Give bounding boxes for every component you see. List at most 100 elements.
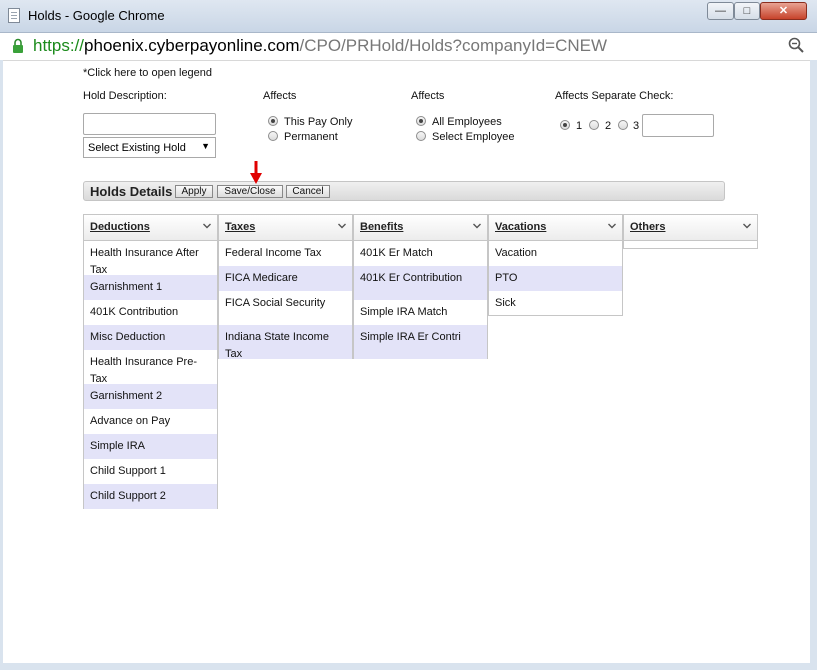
list-item[interactable]: Sick bbox=[489, 291, 622, 316]
list-item-label: Child Support 2 bbox=[90, 490, 166, 502]
list-item[interactable]: Misc Deduction bbox=[84, 325, 217, 350]
column-header-deductions[interactable]: Deductions bbox=[84, 215, 217, 241]
column-header-vacations[interactable]: Vacations bbox=[489, 215, 622, 241]
url-host: phoenix.cyberpayonline.com bbox=[84, 36, 300, 55]
list-item[interactable]: FICA Social Security bbox=[219, 291, 352, 325]
chevron-down-icon[interactable] bbox=[202, 221, 212, 231]
list-item[interactable]: PTO bbox=[489, 266, 622, 291]
window-titlebar: Holds - Google Chrome — □ ✕ bbox=[0, 0, 817, 33]
list-item-label: Sick bbox=[495, 297, 516, 309]
list-item[interactable]: 401K Er Match bbox=[354, 241, 487, 266]
list-item-label: FICA Medicare bbox=[225, 272, 298, 284]
column-deductions: Deductions Health Insurance After Tax Garn… bbox=[83, 214, 218, 509]
window-left-border bbox=[0, 60, 3, 670]
select-arrow-icon: ▼ bbox=[201, 141, 210, 151]
chevron-down-icon[interactable] bbox=[742, 221, 752, 231]
radio-check-3[interactable] bbox=[618, 120, 628, 130]
radio-select-employee[interactable] bbox=[416, 131, 426, 141]
list-item-label: Simple IRA Match bbox=[360, 306, 448, 318]
apply-button[interactable]: Apply bbox=[175, 185, 213, 198]
list-item[interactable]: Garnishment 1 bbox=[84, 275, 217, 300]
column-taxes: Taxes Federal Income Tax FICA Medicare FICA… bbox=[218, 214, 353, 360]
window-right-border bbox=[810, 60, 817, 670]
list-item-label: Simple IRA bbox=[90, 440, 146, 452]
maximize-button[interactable]: □ bbox=[734, 2, 760, 20]
separate-check-input[interactable] bbox=[642, 114, 714, 137]
column-header-others[interactable]: Others bbox=[624, 215, 757, 241]
list-item[interactable]: Advance on Pay bbox=[84, 409, 217, 434]
list-item[interactable]: Indiana State Income Tax bbox=[219, 325, 352, 360]
radio-this-pay-only-label: This Pay Only bbox=[284, 116, 353, 128]
chevron-down-icon[interactable] bbox=[607, 221, 617, 231]
close-icon: ✕ bbox=[778, 5, 789, 17]
save-close-button[interactable]: Save/Close bbox=[217, 185, 283, 198]
list-item[interactable]: Federal Income Tax bbox=[219, 241, 352, 266]
radio-check-2-label: 2 bbox=[605, 120, 612, 132]
hold-description-label: Hold Description: bbox=[83, 90, 167, 102]
list-item[interactable]: Simple IRA bbox=[84, 434, 217, 459]
list-item[interactable]: 401K Er Contribution bbox=[354, 266, 487, 300]
hold-description-input[interactable] bbox=[83, 113, 216, 135]
list-item[interactable]: FICA Medicare bbox=[219, 266, 352, 291]
existing-hold-select-value: Select Existing Hold bbox=[88, 142, 186, 154]
radio-all-employees-label: All Employees bbox=[432, 116, 502, 128]
legend-link[interactable]: *Click here to open legend bbox=[83, 67, 212, 79]
list-item[interactable]: Health Insurance After Tax bbox=[84, 241, 217, 276]
affects-employees-label: Affects bbox=[411, 90, 445, 102]
cancel-button[interactable]: Cancel bbox=[286, 185, 330, 198]
list-item-label: 401K Er Contribution bbox=[360, 272, 463, 284]
radio-check-3-label: 3 bbox=[633, 120, 640, 132]
column-header-title: Taxes bbox=[225, 221, 256, 233]
list-item-label: Health Insurance Pre-Tax bbox=[90, 356, 197, 385]
list-item[interactable]: Child Support 1 bbox=[84, 459, 217, 484]
chevron-down-icon[interactable] bbox=[337, 221, 347, 231]
column-benefits: Benefits 401K Er Match 401K Er Contributio… bbox=[353, 214, 488, 359]
radio-all-employees[interactable] bbox=[416, 116, 426, 126]
holds-details-title: Holds Details bbox=[90, 184, 173, 199]
radio-check-1-label: 1 bbox=[576, 120, 583, 132]
list-item-label: Simple IRA Er Contri bbox=[360, 331, 461, 343]
red-arrow-icon bbox=[250, 161, 262, 184]
radio-select-employee-label: Select Employee bbox=[432, 131, 515, 143]
list-item-label: Advance on Pay bbox=[90, 415, 171, 427]
radio-this-pay-only[interactable] bbox=[268, 116, 278, 126]
list-item[interactable]: Vacation bbox=[489, 241, 622, 266]
list-item[interactable]: Child Support 2 bbox=[84, 484, 217, 509]
column-header-title: Deductions bbox=[90, 221, 150, 233]
maximize-icon: □ bbox=[743, 5, 751, 17]
list-item-label: Garnishment 1 bbox=[90, 281, 163, 293]
list-item[interactable]: 401K Contribution bbox=[84, 300, 217, 325]
list-item-label: FICA Social Security bbox=[225, 297, 326, 309]
column-header-taxes[interactable]: Taxes bbox=[219, 215, 352, 241]
column-others: Others bbox=[623, 214, 758, 249]
url-text[interactable]: https://phoenix.cyberpayonline.com/CPO/P… bbox=[33, 36, 607, 56]
chevron-down-icon[interactable] bbox=[472, 221, 482, 231]
existing-hold-select[interactable]: Select Existing Hold ▼ bbox=[83, 137, 216, 158]
separate-check-label: Affects Separate Check: bbox=[555, 90, 674, 102]
column-header-title: Benefits bbox=[360, 221, 404, 233]
list-item-label: Vacation bbox=[495, 247, 537, 259]
list-item[interactable]: Health Insurance Pre-Tax bbox=[84, 350, 217, 385]
list-item-label: PTO bbox=[495, 272, 518, 284]
column-header-benefits[interactable]: Benefits bbox=[354, 215, 487, 241]
document-icon bbox=[8, 8, 20, 23]
zoom-icon[interactable] bbox=[788, 37, 804, 53]
list-item[interactable]: Simple IRA Er Contri bbox=[354, 325, 487, 359]
column-header-title: Others bbox=[630, 221, 666, 233]
list-item-label: Federal Income Tax bbox=[225, 247, 322, 259]
radio-check-1[interactable] bbox=[560, 120, 570, 130]
radio-permanent[interactable] bbox=[268, 131, 278, 141]
list-item-label: 401K Er Match bbox=[360, 247, 433, 259]
list-item-label: Indiana State Income Tax bbox=[225, 331, 329, 360]
minimize-icon: — bbox=[715, 5, 726, 17]
minimize-button[interactable]: — bbox=[707, 2, 734, 20]
list-item[interactable]: Garnishment 2 bbox=[84, 384, 217, 409]
list-item-label: 401K Contribution bbox=[90, 306, 179, 318]
close-button[interactable]: ✕ bbox=[760, 2, 807, 20]
url-scheme: https:// bbox=[33, 36, 85, 55]
radio-permanent-label: Permanent bbox=[284, 131, 338, 143]
lock-icon bbox=[13, 38, 23, 53]
affects-pay-label: Affects bbox=[263, 90, 297, 102]
radio-check-2[interactable] bbox=[589, 120, 599, 130]
list-item[interactable]: Simple IRA Match bbox=[354, 300, 487, 325]
